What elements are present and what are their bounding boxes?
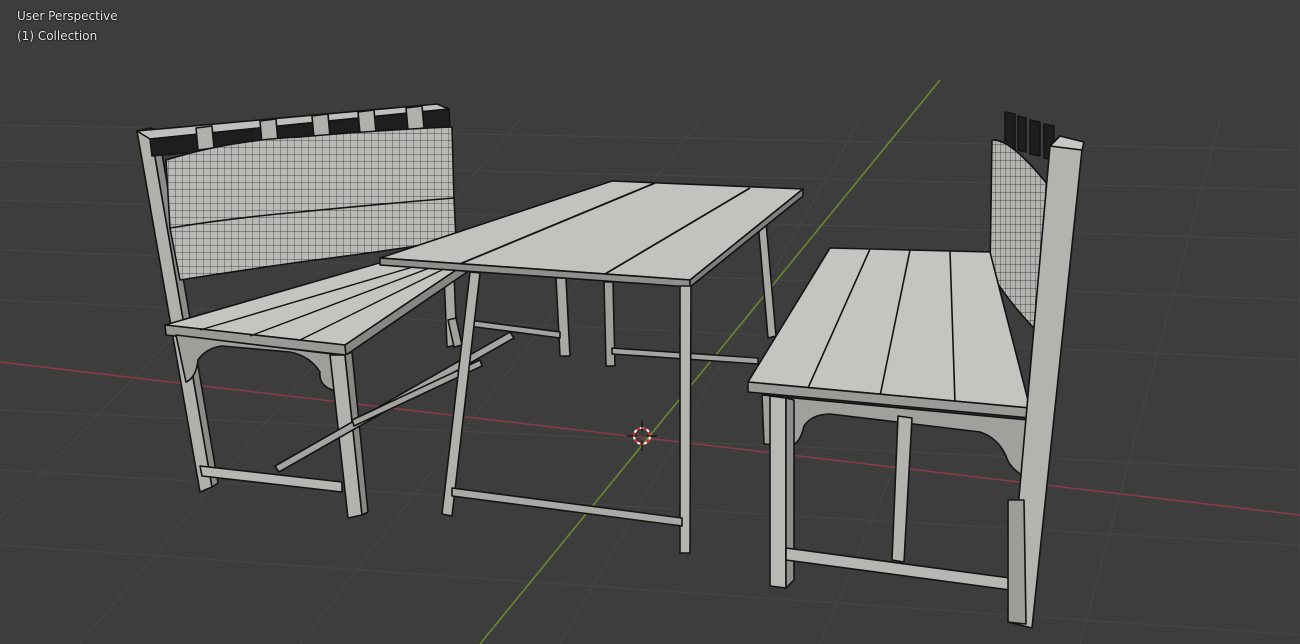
3d-cursor-icon[interactable] [627, 421, 657, 451]
3d-viewport[interactable]: User Perspective (1) Collection [0, 0, 1300, 644]
viewport-scene[interactable] [0, 0, 1300, 644]
viewport-view-name: User Perspective [17, 9, 118, 23]
viewport-collection-name: (1) Collection [17, 29, 98, 43]
table[interactable] [379, 180, 804, 554]
